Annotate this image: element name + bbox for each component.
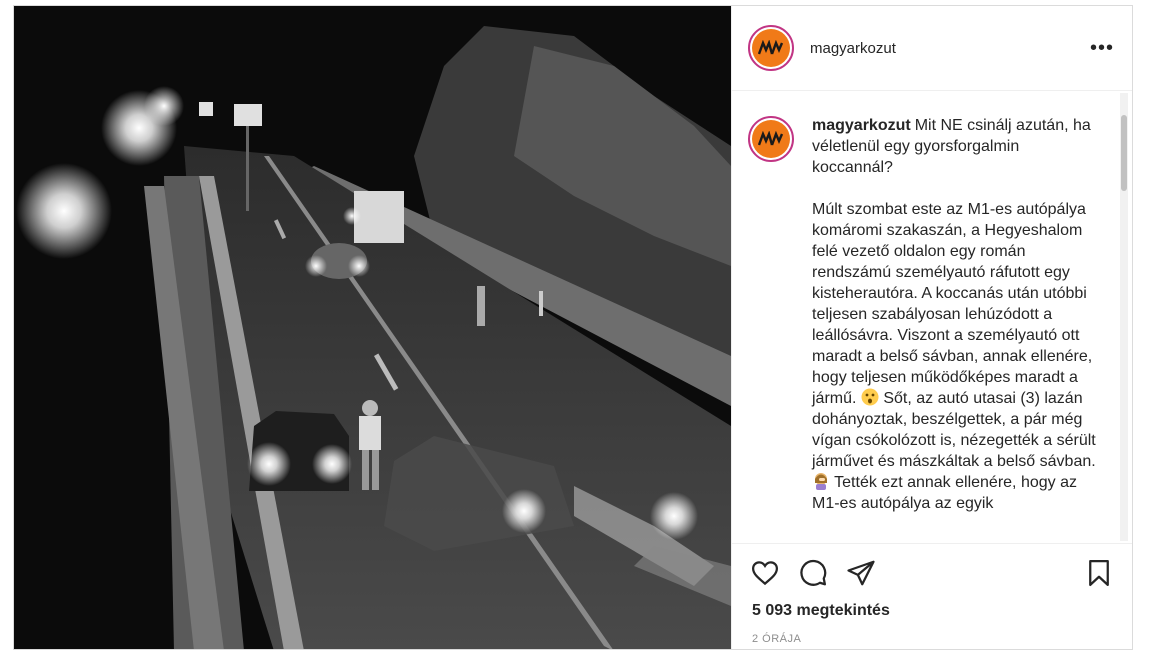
comment-icon[interactable] [798,558,828,588]
avatar[interactable] [748,25,794,71]
caption-username[interactable]: magyarkozut [812,117,911,134]
brand-logo-icon [752,29,790,67]
post-sidebar: magyarkozut ••• magyarkozut Mit NE csinál… [731,6,1132,649]
share-icon[interactable] [846,558,876,588]
save-icon[interactable] [1084,558,1114,588]
brand-logo-icon [752,120,790,158]
comments-scrollbar[interactable] [1120,93,1128,541]
header-username[interactable]: magyarkozut [810,40,896,57]
caption-avatar[interactable] [748,116,794,162]
action-bar [732,543,1132,601]
view-count[interactable]: 5 093 megtekintés [732,602,1132,620]
caption-row: magyarkozut Mit NE csinálj azután, ha vél… [748,115,1102,514]
scrollbar-thumb[interactable] [1121,115,1127,191]
comments-section[interactable]: magyarkozut Mit NE csinálj azután, ha vél… [732,91,1132,543]
woman-facepalming-emoji-icon [812,472,830,490]
more-options-icon[interactable]: ••• [1090,38,1114,58]
post-timestamp[interactable]: 2 ÓRÁJA [732,633,1132,645]
astonished-face-emoji-icon [861,388,879,406]
post-dialog: magyarkozut ••• magyarkozut Mit NE csinál… [13,5,1133,650]
caption-paragraph-1: Múlt szombat este az M1-es autópálya kom… [812,201,1093,407]
post-header: magyarkozut ••• [732,6,1132,91]
post-video[interactable] [14,6,731,649]
caption-text: magyarkozut Mit NE csinálj azután, ha vél… [812,115,1098,514]
highway-night-camera-image [14,6,731,649]
caption-paragraph-3: Tették ezt annak ellenére, hogy az M1-es… [812,474,1077,512]
like-icon[interactable] [750,558,780,588]
